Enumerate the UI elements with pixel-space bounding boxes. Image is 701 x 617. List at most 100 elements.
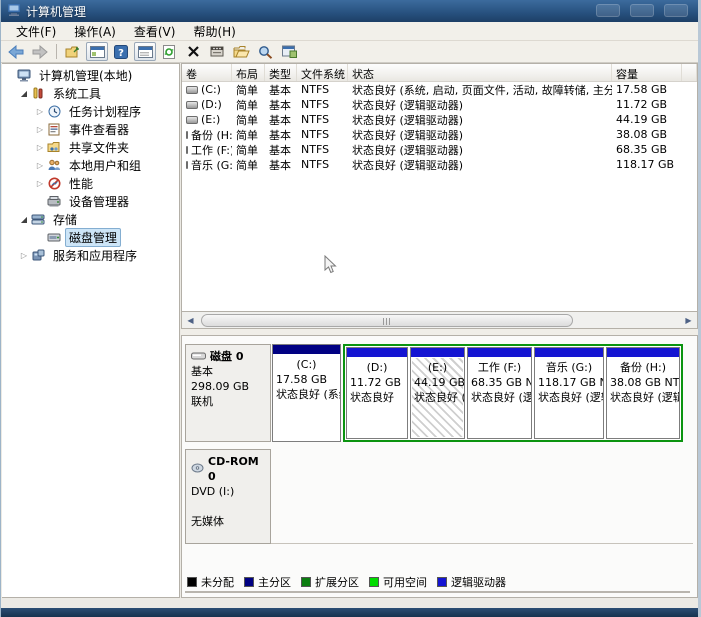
title-bar[interactable]: 计算机管理 (1, 0, 698, 22)
toolbar-separator (56, 44, 57, 59)
expand-icon[interactable]: ▷ (34, 179, 46, 188)
system-tools-icon (30, 86, 46, 100)
col-filesystem[interactable]: 文件系统 (297, 64, 348, 81)
legend: 未分配 主分区 扩展分区 可用空间 逻辑驱动器 (185, 575, 690, 593)
tree-item-local-users-groups[interactable]: ▷ 本地用户和组 (2, 156, 179, 174)
partition-f[interactable]: 工作 (F:) 68.35 GB NTFS 状态良好 (逻辑驱动器) (467, 347, 532, 439)
expand-icon[interactable]: ▷ (34, 107, 46, 116)
open-folder-icon[interactable] (230, 42, 252, 61)
logical-drive-bar (535, 348, 603, 357)
legend-primary-label: 主分区 (258, 574, 291, 590)
scroll-right-arrow[interactable]: ▶ (680, 313, 697, 328)
logical-drive-bar (607, 348, 679, 357)
volume-row-e[interactable]: (E:) 简单 基本 NTFS 状态良好 (逻辑驱动器) 44.19 GB (182, 112, 697, 127)
col-status[interactable]: 状态 (348, 64, 612, 81)
scroll-left-arrow[interactable]: ◀ (182, 313, 199, 328)
legend-logical-swatch (437, 577, 447, 587)
event-viewer-icon (46, 122, 62, 136)
drive-icon (186, 161, 188, 169)
volume-list-header: 卷 布局 类型 文件系统 状态 容量 (182, 64, 697, 82)
volume-row-c[interactable]: (C:) 简单 基本 NTFS 状态良好 (系统, 启动, 页面文件, 活动, … (182, 82, 697, 97)
expand-icon[interactable]: ▷ (34, 125, 46, 134)
services-icon (30, 248, 46, 262)
legend-unallocated-label: 未分配 (201, 574, 234, 590)
tree-item-disk-management[interactable]: 磁盘管理 (2, 228, 179, 246)
drive-icon (186, 146, 188, 154)
primary-partition-bar (273, 345, 340, 354)
menu-view[interactable]: 查看(V) (125, 21, 185, 42)
search-icon[interactable] (254, 42, 276, 61)
volume-row-d[interactable]: (D:) 简单 基本 NTFS 状态良好 (逻辑驱动器) 11.72 GB (182, 97, 697, 112)
expand-icon[interactable]: ▷ (34, 161, 46, 170)
maximize-button[interactable] (630, 4, 654, 17)
tree-item-system-tools[interactable]: ◢ 系统工具 (2, 84, 179, 102)
col-type[interactable]: 类型 (265, 64, 297, 81)
drive-icon (186, 116, 198, 124)
col-capacity[interactable]: 容量 (612, 64, 682, 81)
back-icon[interactable] (5, 42, 27, 61)
console-window2-icon[interactable] (134, 42, 156, 61)
partition-c[interactable]: (C:) 17.58 GB 状态良好 (系统, 启动, (272, 344, 341, 442)
volume-row-h[interactable]: 备份 (H:) 简单 基本 NTFS 状态良好 (逻辑驱动器) 38.08 GB (182, 127, 697, 142)
cdrom-status: 无媒体 (191, 514, 265, 529)
delete-icon[interactable] (182, 42, 204, 61)
partition-d[interactable]: (D:) 11.72 GB 状态良好 (346, 347, 408, 439)
col-layout[interactable]: 布局 (232, 64, 265, 81)
forward-icon[interactable] (29, 42, 51, 61)
col-volume[interactable]: 卷 (182, 64, 232, 81)
minimize-button[interactable] (596, 4, 620, 17)
expand-icon[interactable]: ▷ (18, 251, 30, 260)
tree-item-task-scheduler[interactable]: ▷ 任务计划程序 (2, 102, 179, 120)
disk0-size: 298.09 GB (191, 379, 265, 394)
tree-item-services-applications[interactable]: ▷ 服务和应用程序 (2, 246, 179, 264)
cdrom-row: CD-ROM 0 DVD (I:) 无媒体 (185, 449, 693, 544)
refresh-icon[interactable] (158, 42, 180, 61)
details-pane: 卷 布局 类型 文件系统 状态 容量 (C:) 简单 基本 NTFS 状态良好 … (181, 63, 698, 598)
drive-icon (186, 131, 188, 139)
cdrom-label[interactable]: CD-ROM 0 DVD (I:) 无媒体 (185, 449, 271, 544)
cdrom-drive: DVD (I:) (191, 484, 265, 499)
volume-row-g[interactable]: 音乐 (G:) 简单 基本 NTFS 状态良好 (逻辑驱动器) 118.17 G… (182, 157, 697, 172)
menu-action[interactable]: 操作(A) (65, 21, 125, 42)
help-icon[interactable]: ? (110, 42, 132, 61)
properties-icon[interactable] (206, 42, 228, 61)
disk0-label[interactable]: 磁盘 0 基本 298.09 GB 联机 (185, 344, 271, 442)
col-partial[interactable] (682, 64, 697, 81)
partition-e[interactable]: (E:) 44.19 GB NTFS 状态良好 (逻辑驱动器) (410, 347, 465, 439)
tree-item-performance[interactable]: ▷ 性能 (2, 174, 179, 192)
logical-drive-bar (411, 348, 464, 357)
disk0-status: 联机 (191, 394, 265, 409)
horizontal-scrollbar[interactable]: ◀ ▶ (181, 312, 698, 329)
tree-item-storage[interactable]: ◢ 存储 (2, 210, 179, 228)
menu-file[interactable]: 文件(F) (7, 21, 65, 42)
storage-icon (30, 212, 46, 226)
expand-icon[interactable]: ◢ (18, 215, 30, 224)
legend-logical-label: 逻辑驱动器 (451, 574, 506, 590)
disk0-partitions: (C:) 17.58 GB 状态良好 (系统, 启动, (D:) 11.72 G… (272, 344, 683, 442)
volume-row-f[interactable]: 工作 (F:) 简单 基本 NTFS 状态良好 (逻辑驱动器) 68.35 GB (182, 142, 697, 157)
computer-icon (16, 68, 32, 82)
users-icon (46, 158, 62, 172)
disk-icon (191, 349, 206, 364)
graphical-view: 磁盘 0 基本 298.09 GB 联机 (C:) 17.58 GB 状态良好 … (181, 335, 698, 598)
tree-item-device-manager[interactable]: 设备管理器 (2, 192, 179, 210)
partition-g[interactable]: 音乐 (G:) 118.17 GB NTFS 状态良好 (逻辑驱动器) (534, 347, 604, 439)
expand-icon[interactable]: ▷ (34, 143, 46, 152)
tree-item-shared-folders[interactable]: ▷ 共享文件夹 (2, 138, 179, 156)
close-button[interactable] (664, 4, 688, 17)
scrollbar-thumb[interactable] (201, 314, 573, 327)
console-tree: 计算机管理(本地) ◢ 系统工具 ▷ 任务计划程序 ▷ 事件查看器 ▷ 共享文件… (2, 63, 180, 598)
partition-h[interactable]: 备份 (H:) 38.08 GB NTFS 状态良好 (逻辑驱动器) (606, 347, 680, 439)
logical-drive-bar (347, 348, 407, 357)
menu-help[interactable]: 帮助(H) (184, 21, 244, 42)
legend-extended-label: 扩展分区 (315, 574, 359, 590)
console-window-icon[interactable] (86, 42, 108, 61)
legend-primary-swatch (244, 577, 254, 587)
show-tree-icon[interactable] (62, 42, 84, 61)
legend-freespace-label: 可用空间 (383, 574, 427, 590)
expand-icon[interactable]: ◢ (18, 89, 30, 98)
snap-in-icon[interactable] (278, 42, 300, 61)
tree-item-computer-management[interactable]: 计算机管理(本地) (2, 66, 179, 84)
cdrom-media-area[interactable] (271, 449, 693, 544)
tree-item-event-viewer[interactable]: ▷ 事件查看器 (2, 120, 179, 138)
